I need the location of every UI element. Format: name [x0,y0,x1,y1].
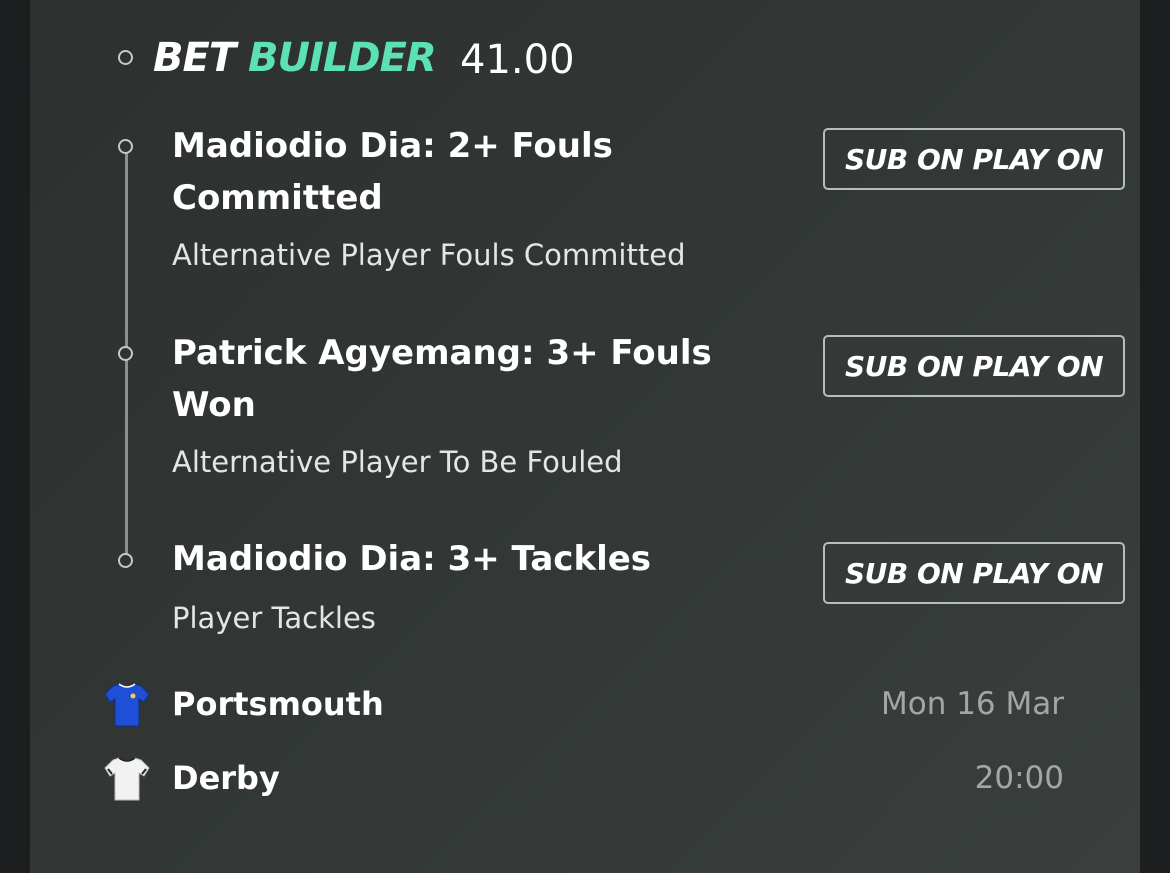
match-date: Mon 16 Mar [880,686,1064,722]
timeline-dot-icon [118,553,133,568]
home-team-row: Portsmouth Mon 16 Mar [30,678,1140,730]
away-team-row: Derby 20:00 [30,752,1140,804]
sub-on-play-on-button[interactable]: SUB ON PLAY ON [823,128,1125,190]
home-team-name: Portsmouth [172,685,384,723]
sub-on-play-on-button[interactable]: SUB ON PLAY ON [823,335,1125,397]
selection-title: Madiodio Dia: 3+ Tackles [172,539,652,579]
bet-builder-card: BET BUILDER 41.00 Madiodio Dia: 2+ Fouls… [30,0,1140,873]
white-shirt-icon [104,757,150,801]
selection-market: Alternative Player To Be Fouled [172,445,623,479]
timeline-dot-icon [118,346,133,361]
selection-market: Alternative Player Fouls Committed [172,238,686,272]
timeline-dot-icon [118,139,133,154]
total-odds: 41.00 [460,37,575,83]
selection-market: Player Tackles [172,601,376,635]
away-team-name: Derby [172,759,280,797]
title-builder: BUILDER [248,35,437,81]
blue-shirt-icon [104,683,150,727]
selection-title: Madiodio Dia: 2+ Fouls Committed [172,126,613,218]
selection-title: Patrick Agyemang: 3+ Fouls Won [172,333,712,425]
timeline-header-dot-icon [118,50,133,65]
match-time: 20:00 [974,760,1064,796]
title-bet: BET [153,35,236,81]
sub-on-play-on-button[interactable]: SUB ON PLAY ON [823,542,1125,604]
bet-builder-title: BET BUILDER [153,33,437,83]
